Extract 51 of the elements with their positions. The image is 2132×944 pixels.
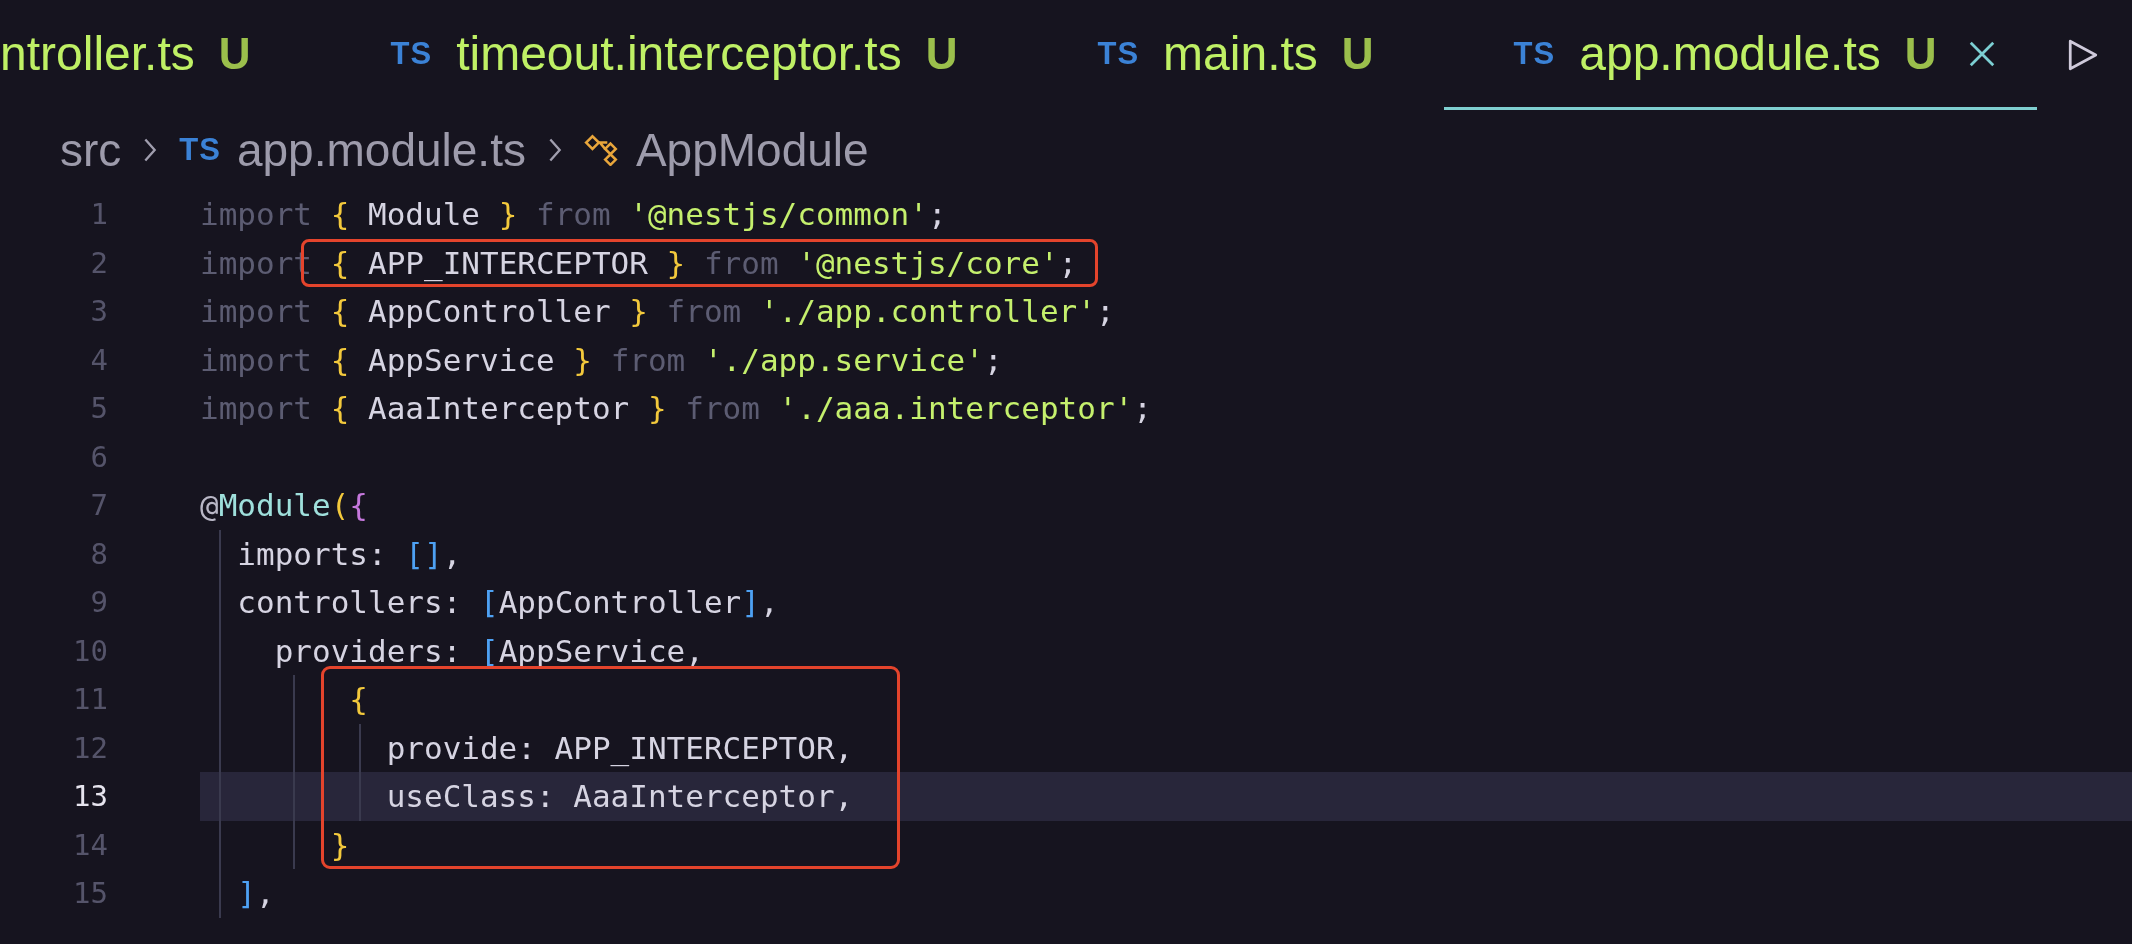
line-number: 7 [89,487,109,524]
code-line: providers: [AppService, [273,631,704,671]
code-line: import { AaaInterceptor } from './aaa.interceptor'; [200,389,1152,428]
line-number: 11 [72,681,109,718]
tab-label: timeout.interceptor.ts [456,26,902,81]
chevron-icon [547,136,562,164]
tab-label: ntroller.ts [0,26,195,81]
line-number: 1 [89,196,109,233]
line-number: 3 [89,293,109,330]
code-line: import { AppController } from './app.controller'; [200,292,1115,331]
editor-tab[interactable]: ntroller.ts U [0,0,321,110]
code-line: { [348,680,368,719]
code-line: import { AppService } from './app.service'; [200,340,1003,380]
tab-label: main.ts [1163,26,1318,81]
code-line: @Module({ [200,486,368,525]
typescript-icon: TS [179,132,221,168]
untracked-status: U [1341,28,1374,79]
editor-tab[interactable]: TS timeout.interceptor.ts U [320,0,1028,110]
line-number: 15 [72,875,109,912]
code-line: provide: APP_INTERCEPTOR, [385,728,854,769]
line-number: 10 [72,632,109,670]
untracked-status: U [1904,28,1937,79]
line-number: 2 [89,244,109,282]
typescript-icon: TS [1513,35,1556,72]
code-line: controllers: [AppController], [236,583,779,622]
line-number: 12 [72,729,109,767]
breadcrumb-item[interactable]: src [60,123,122,177]
line-number: 4 [89,341,109,379]
tab-label: app.module.ts [1579,26,1881,81]
typescript-icon: TS [390,35,433,72]
code-line: import { Module } from '@nestjs/common'; [200,195,947,234]
editor-tab[interactable]: TS app.module.ts U [1443,0,2037,110]
line-number: 6 [89,438,109,476]
editor-tab[interactable]: TS main.ts U [1027,0,1444,110]
line-number: 14 [72,826,109,864]
untracked-status: U [218,28,251,79]
code-line: } [329,825,350,865]
code-line: ], [236,874,275,913]
code-line: imports: [], [236,534,462,574]
line-number: 9 [89,584,109,621]
line-number: 8 [89,535,109,573]
class-icon [583,134,620,166]
chevron-icon [143,136,158,164]
run-icon[interactable] [2066,38,2099,72]
line-number: 13 [72,778,109,815]
line-number: 5 [89,390,109,427]
untracked-status: U [925,28,958,79]
breadcrumb-item[interactable]: app.module.ts [236,123,526,177]
typescript-icon: TS [1097,35,1140,72]
breadcrumb-item[interactable]: AppModule [635,123,869,177]
code-line: useClass: AaaInterceptor, [385,777,854,816]
